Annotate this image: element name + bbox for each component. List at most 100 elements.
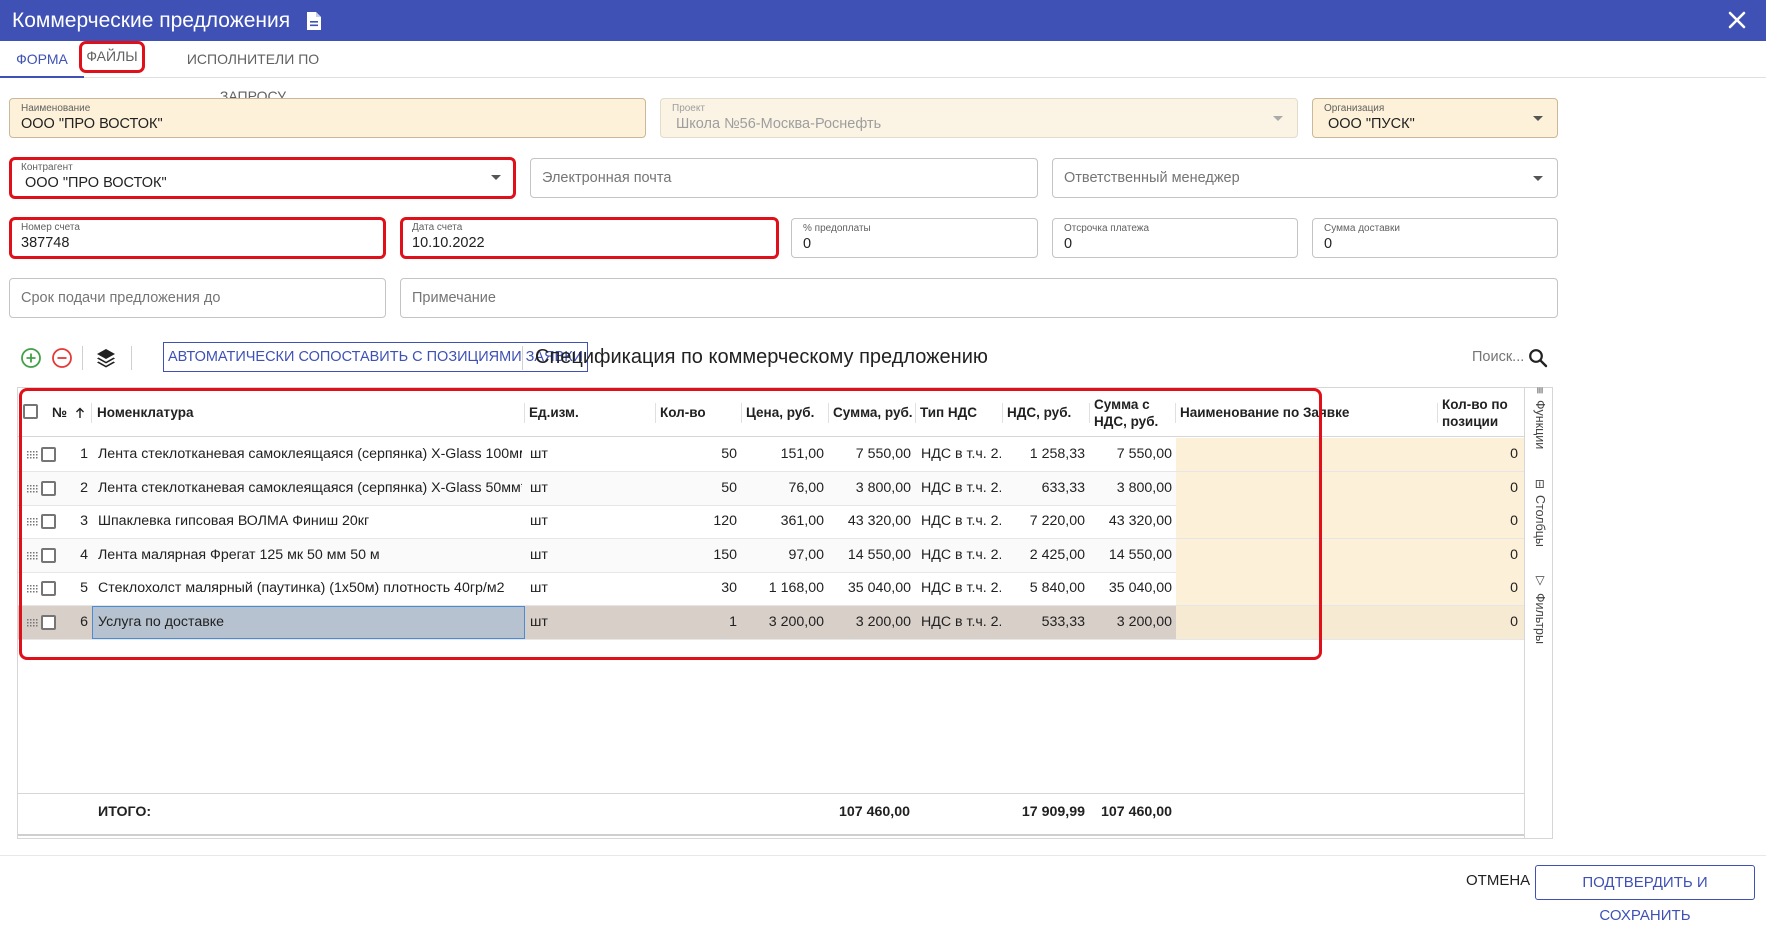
tab-executors[interactable]: ИСПОЛНИТЕЛИ ПО ЗАПРОСУ bbox=[156, 41, 350, 104]
search-icon[interactable] bbox=[1528, 348, 1548, 368]
email-field[interactable]: Электронная почта bbox=[530, 158, 1038, 198]
manager-placeholder: Ответственный менеджер bbox=[1064, 170, 1240, 186]
row-sum: 7 550,00 bbox=[855, 446, 911, 462]
drag-handle-icon[interactable] bbox=[26, 450, 38, 460]
col-num[interactable]: № bbox=[48, 388, 92, 437]
drag-handle-icon[interactable] bbox=[26, 551, 38, 561]
row-vat: 2 425,00 bbox=[1029, 546, 1085, 563]
table-row[interactable]: 2 Лента стеклотканевая самоклеящаяся (сер… bbox=[18, 471, 1524, 506]
chevron-down-icon bbox=[491, 175, 501, 180]
chevron-down-icon bbox=[1273, 116, 1283, 121]
toolbar-divider bbox=[82, 346, 83, 370]
columns-icon: ⊟ bbox=[1533, 479, 1547, 490]
col-qty[interactable]: Кол-во bbox=[656, 388, 742, 437]
row-number: 2 bbox=[80, 479, 88, 496]
drag-handle-icon[interactable] bbox=[26, 517, 38, 527]
functions-tab[interactable]: ≡ Функции bbox=[1529, 387, 1551, 467]
row-sum-vat: 3 200,00 bbox=[1116, 613, 1172, 630]
document-icon bbox=[307, 11, 322, 30]
row-position-qty: 0 bbox=[1510, 479, 1518, 496]
table-row[interactable]: 3 Шпаклевка гипсовая ВОЛМА Финиш 20кг шт 12… bbox=[18, 505, 1524, 539]
col-unit[interactable]: Ед.изм. bbox=[525, 388, 656, 437]
plus-circle-icon[interactable] bbox=[20, 347, 42, 369]
deadline-field[interactable]: Срок подачи предложения до bbox=[9, 278, 386, 318]
project-value: Школа №56-Москва-Роснефть bbox=[676, 116, 882, 132]
table-row[interactable]: 6 Услуга по доставке шт 1 3 200,00 3 200,00 НД… bbox=[18, 605, 1524, 640]
row-sum: 35 040,00 bbox=[847, 580, 911, 596]
row-nomenclature: Лента стеклотканевая самоклеящаяся (серп… bbox=[98, 479, 522, 496]
invoice-date-label: Дата счета bbox=[412, 222, 463, 233]
row-price: 3 200,00 bbox=[768, 613, 824, 630]
minus-circle-icon[interactable] bbox=[51, 347, 73, 369]
columns-tab[interactable]: ⊟ Столбцы bbox=[1529, 479, 1551, 559]
grid-scrollbar[interactable] bbox=[18, 834, 1524, 838]
tab-files[interactable]: ФАЙЛЫ bbox=[79, 41, 145, 73]
grid-header: № Номенклатура Ед.изм. Кол-во Цена, руб.… bbox=[18, 388, 1524, 437]
search-input[interactable]: Поиск... bbox=[1472, 349, 1524, 365]
tab-form[interactable]: ФОРМА bbox=[0, 41, 84, 78]
totals-row: ИТОГО: 107 460,00 17 909,99 107 460,00 bbox=[18, 793, 1524, 830]
close-icon[interactable] bbox=[1726, 9, 1748, 31]
invoice-date-field[interactable]: Дата счета 10.10.2022 bbox=[400, 217, 779, 259]
row-qty: 30 bbox=[721, 580, 737, 596]
table-row[interactable]: 1 Лента стеклотканевая самоклеящаяся (сер… bbox=[18, 438, 1524, 472]
row-sum-vat: 3 800,00 bbox=[1116, 479, 1172, 496]
row-nomenclature: Шпаклевка гипсовая ВОЛМА Финиш 20кг bbox=[98, 513, 370, 529]
cancel-button[interactable]: ОТМЕНА bbox=[1462, 866, 1534, 895]
col-vat[interactable]: НДС, руб. bbox=[1003, 388, 1090, 437]
title-bar: Коммерческие предложения bbox=[0, 0, 1766, 41]
row-number: 4 bbox=[80, 546, 88, 563]
confirm-save-button[interactable]: ПОДТВЕРДИТЬ И СОХРАНИТЬ bbox=[1535, 865, 1755, 924]
row-sum: 3 800,00 bbox=[855, 479, 911, 496]
col-position-qty[interactable]: Кол-во по позиции bbox=[1438, 388, 1524, 437]
counterparty-select[interactable]: Контрагент ООО "ПРО ВОСТОК" bbox=[9, 157, 516, 199]
prepayment-field[interactable]: % предоплаты 0 bbox=[791, 218, 1038, 258]
row-unit: шт bbox=[530, 546, 548, 563]
layers-icon[interactable] bbox=[95, 347, 117, 369]
select-all-checkbox[interactable] bbox=[23, 404, 38, 419]
footer-divider bbox=[0, 855, 1766, 856]
toolbar-divider bbox=[522, 346, 523, 370]
table-row[interactable]: 5 Стеклохолст малярный (паутинка) (1х50м)… bbox=[18, 572, 1524, 606]
grid-side-panel: ≡ Функции ⊟ Столбцы ▽ Фильтры bbox=[1524, 387, 1554, 839]
col-nomenclature[interactable]: Номенклатура bbox=[93, 388, 525, 437]
name-field[interactable]: Наименование ООО "ПРО ВОСТОК" bbox=[9, 98, 646, 138]
row-unit: шт bbox=[530, 580, 548, 596]
row-qty: 50 bbox=[721, 446, 737, 462]
functions-label: Функции bbox=[1533, 400, 1547, 450]
row-nomenclature: Стеклохолст малярный (паутинка) (1х50м) … bbox=[98, 580, 505, 596]
window-title: Коммерческие предложения bbox=[12, 8, 291, 32]
col-price[interactable]: Цена, руб. bbox=[742, 388, 829, 437]
payment-delay-field[interactable]: Отсрочка платежа 0 bbox=[1052, 218, 1298, 258]
organization-select[interactable]: Организация ООО "ПУСК" bbox=[1312, 98, 1558, 138]
drag-handle-icon[interactable] bbox=[26, 484, 38, 494]
delivery-sum-field[interactable]: Сумма доставки 0 bbox=[1312, 218, 1558, 258]
col-request-name[interactable]: Наименование по Заявке bbox=[1176, 388, 1438, 437]
sort-ascending-icon[interactable] bbox=[75, 407, 85, 419]
col-sum[interactable]: Сумма, руб. bbox=[829, 388, 916, 437]
counterparty-label: Контрагент bbox=[21, 162, 73, 173]
drag-handle-icon[interactable] bbox=[26, 584, 38, 594]
invoice-number-field[interactable]: Номер счета 387748 bbox=[9, 217, 386, 259]
col-vat-type[interactable]: Тип НДС bbox=[916, 388, 1003, 437]
col-sum-vat[interactable]: Сумма с НДС, руб. bbox=[1090, 388, 1176, 437]
totals-sum-vat: 107 460,00 bbox=[1100, 804, 1172, 820]
row-sum: 43 320,00 bbox=[847, 513, 911, 529]
filters-tab[interactable]: ▽ Фильтры bbox=[1529, 573, 1551, 653]
note-field[interactable]: Примечание bbox=[400, 278, 1558, 318]
filter-icon: ▽ bbox=[1533, 573, 1547, 587]
totals-vat: 17 909,99 bbox=[1021, 804, 1085, 820]
spec-grid: № Номенклатура Ед.изм. Кол-во Цена, руб.… bbox=[17, 387, 1553, 839]
row-number: 5 bbox=[80, 580, 88, 596]
toolbar-divider bbox=[131, 346, 132, 370]
drag-handle-icon[interactable] bbox=[26, 618, 38, 628]
deadline-placeholder: Срок подачи предложения до bbox=[21, 290, 221, 306]
row-vat-type: НДС в т.ч. 2... bbox=[921, 446, 1001, 462]
row-price: 151,00 bbox=[780, 446, 824, 462]
table-row[interactable]: 4 Лента малярная Фрегат 125 мк 50 мм 50 м… bbox=[18, 538, 1524, 573]
manager-select[interactable]: Ответственный менеджер bbox=[1052, 158, 1558, 198]
row-vat-type: НДС в т.ч. 2... bbox=[921, 513, 1001, 529]
row-position-qty: 0 bbox=[1510, 613, 1518, 630]
auto-match-button[interactable]: АВТОМАТИЧЕСКИ СОПОСТАВИТЬ С ПОЗИЦИЯМИ ЗА… bbox=[163, 342, 589, 372]
organization-value: ООО "ПУСК" bbox=[1328, 116, 1415, 132]
